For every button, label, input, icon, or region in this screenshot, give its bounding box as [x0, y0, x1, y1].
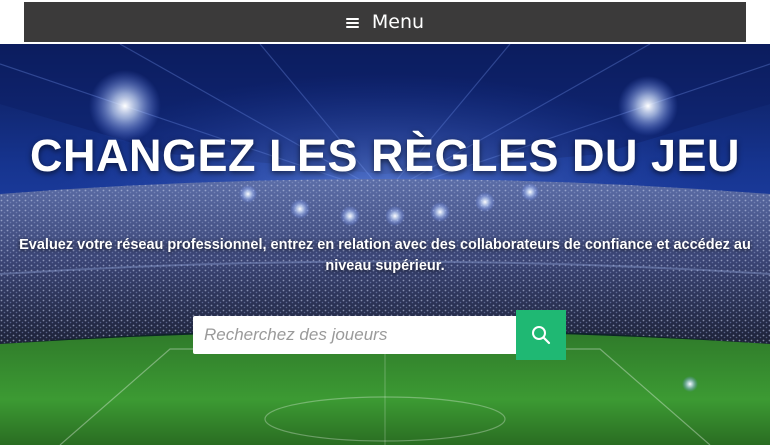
player-search-form [193, 310, 566, 360]
menu-button[interactable]: Menu [24, 2, 746, 42]
search-icon [532, 326, 551, 345]
hero-title: CHANGEZ LES RÈGLES DU JEU [29, 130, 741, 181]
hero-subtitle: Evaluez votre réseau professionnel, entr… [19, 237, 751, 274]
hero-section: CHANGEZ LES RÈGLES DU JEU Evaluez votre … [0, 44, 770, 445]
top-navigation: Menu [0, 0, 770, 44]
search-input[interactable] [193, 316, 516, 354]
search-button[interactable] [516, 310, 566, 360]
hamburger-icon [345, 17, 359, 28]
menu-label: Menu [371, 11, 425, 33]
